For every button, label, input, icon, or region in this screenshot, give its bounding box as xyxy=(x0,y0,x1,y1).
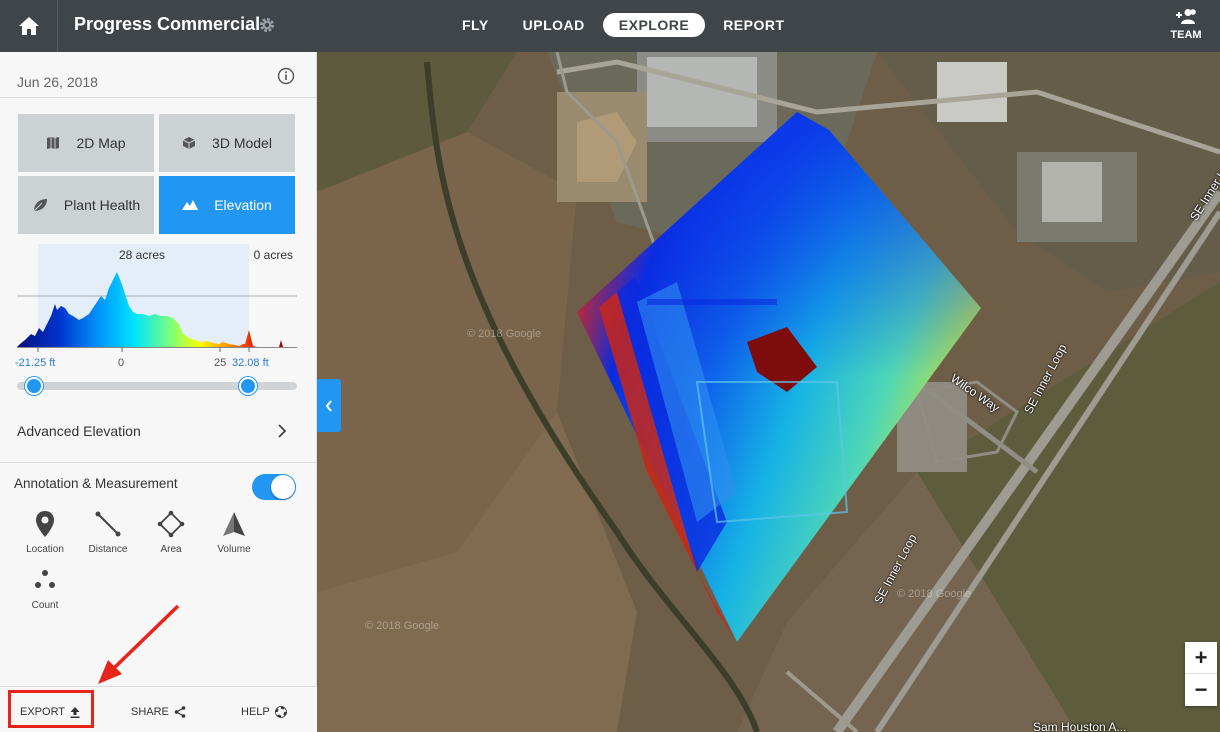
advanced-elevation-label: Advanced Elevation xyxy=(17,423,141,439)
map-watermark: © 2018 Google xyxy=(467,328,542,340)
date-row: Jun 26, 2018 xyxy=(0,52,316,98)
selected-acres: 28 acres xyxy=(119,248,166,262)
slider-max-handle[interactable] xyxy=(239,377,257,395)
nav-report[interactable]: REPORT xyxy=(707,13,800,37)
team-label: TEAM xyxy=(1170,29,1202,41)
chevron-left-icon xyxy=(325,399,332,412)
layer-plant-health[interactable]: Plant Health xyxy=(18,176,154,234)
tool-count[interactable]: Count xyxy=(18,566,72,611)
zero-tick-label: 0 xyxy=(118,357,125,369)
tool-label: Volume xyxy=(217,544,251,555)
advanced-elevation-row[interactable]: Advanced Elevation xyxy=(0,407,317,463)
max-elevation-label: 32.08 ft xyxy=(232,357,269,369)
main-nav: FLY UPLOAD EXPLORE REPORT xyxy=(446,13,803,37)
add-people-icon xyxy=(1176,9,1196,24)
tool-label: Area xyxy=(160,544,182,555)
annotation-toggle[interactable] xyxy=(252,474,296,500)
layer-elevation[interactable]: Elevation xyxy=(159,176,295,234)
top-bar: Progress Commercial FLY UPLOAD EXPLORE R… xyxy=(0,0,1220,52)
tool-area[interactable]: Area xyxy=(144,510,198,555)
help-button[interactable]: HELP xyxy=(241,706,287,718)
road-label: Sam Houston A... xyxy=(1033,720,1127,732)
sidebar: Jun 26, 2018 2D Map 3D Model Plant Healt… xyxy=(0,52,317,732)
unselected-acres: 0 acres xyxy=(253,248,293,262)
info-icon[interactable] xyxy=(277,67,295,85)
tool-label: Distance xyxy=(88,544,128,555)
cube-icon xyxy=(182,137,196,149)
share-icon xyxy=(174,706,186,718)
collapse-sidebar-button[interactable] xyxy=(317,379,341,432)
mid-tick-label: 25 xyxy=(214,357,227,369)
gear-icon[interactable] xyxy=(259,17,275,33)
map-watermark: © 2018 Google xyxy=(365,620,440,632)
nav-upload[interactable]: UPLOAD xyxy=(507,13,601,37)
nav-explore[interactable]: EXPLORE xyxy=(602,13,706,37)
team-button[interactable]: TEAM xyxy=(1160,8,1212,41)
help-label: HELP xyxy=(241,706,270,718)
chevron-right-icon xyxy=(278,424,287,438)
map-watermark: © 2018 Google xyxy=(897,588,972,600)
tool-location[interactable]: Location xyxy=(18,510,72,555)
count-dots-icon xyxy=(35,570,55,588)
nav-fly[interactable]: FLY xyxy=(446,13,505,37)
location-pin-icon xyxy=(36,511,54,537)
slider-min-handle[interactable] xyxy=(25,377,43,395)
project-title: Progress Commercial xyxy=(74,14,261,34)
lifebuoy-icon xyxy=(274,706,287,718)
layer-3d-model[interactable]: 3D Model xyxy=(159,114,295,172)
satellite-map xyxy=(317,52,1220,732)
volume-icon xyxy=(223,512,245,536)
layer-label: 2D Map xyxy=(76,135,126,151)
zoom-control: + − xyxy=(1185,642,1217,706)
layer-label: Plant Health xyxy=(63,197,141,213)
home-button[interactable] xyxy=(0,0,58,52)
layer-label: 3D Model xyxy=(212,135,272,151)
elevation-histogram: 28 acres 0 acres -21.25 ft 0 25 32.08 ft xyxy=(15,244,297,404)
tool-label: Location xyxy=(26,544,64,555)
tool-volume[interactable]: Volume xyxy=(207,510,261,555)
tool-distance[interactable]: Distance xyxy=(81,510,135,555)
share-button[interactable]: SHARE xyxy=(131,706,186,718)
mountain-icon xyxy=(182,200,199,210)
layer-label: Elevation xyxy=(214,197,272,213)
annotation-title: Annotation & Measurement xyxy=(14,476,178,491)
export-highlight-box xyxy=(8,690,94,728)
toggle-knob xyxy=(271,475,295,499)
min-elevation-label: -21.25 ft xyxy=(15,357,56,369)
zoom-in-button[interactable]: + xyxy=(1185,642,1217,674)
zoom-out-button[interactable]: − xyxy=(1185,674,1217,706)
layer-2d-map[interactable]: 2D Map xyxy=(18,114,154,172)
share-label: SHARE xyxy=(131,706,169,718)
home-icon xyxy=(18,17,39,35)
area-polygon-icon xyxy=(157,510,185,538)
capture-date: Jun 26, 2018 xyxy=(17,74,98,90)
tool-label: Count xyxy=(31,600,59,611)
map-icon xyxy=(47,137,60,149)
map-view[interactable]: SE Inner Loop SE Inner Loop SE Inner Loo… xyxy=(317,52,1220,732)
leaf-icon xyxy=(33,199,47,212)
distance-line-icon xyxy=(95,511,121,537)
